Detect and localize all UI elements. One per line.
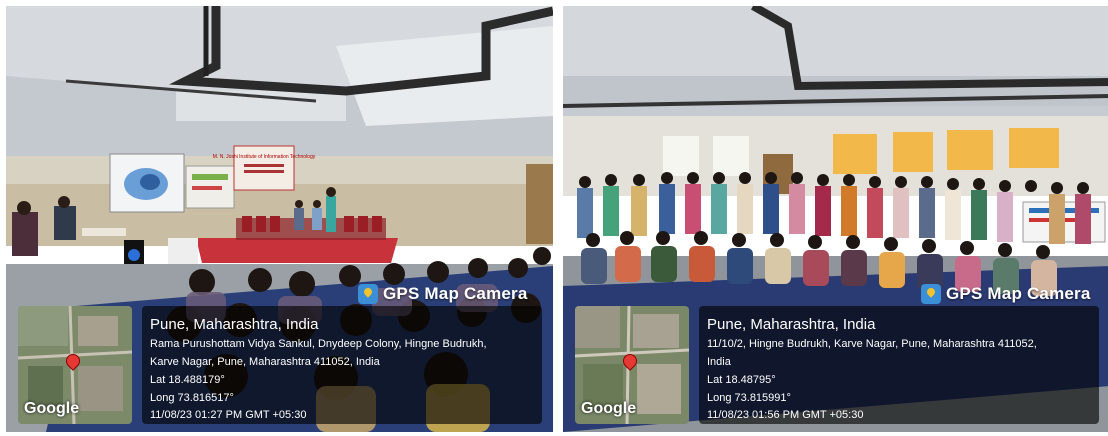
photo-group-picture: GPS Map Camera Google Pune, Maharashtra,… bbox=[563, 6, 1108, 432]
map-thumbnail: Google bbox=[575, 306, 689, 424]
location-title: Pune, Maharashtra, India bbox=[707, 316, 876, 333]
gps-badge-label: GPS Map Camera bbox=[383, 284, 528, 303]
google-logo: Google bbox=[24, 400, 80, 417]
latitude: Lat 18.488179° bbox=[150, 374, 225, 386]
location-title: Pune, Maharashtra, India bbox=[150, 316, 319, 333]
longitude: Long 73.815991° bbox=[707, 392, 791, 404]
timestamp: 11/08/23 01:27 PM GMT +05:30 bbox=[150, 409, 307, 421]
location-info-panel: Pune, Maharashtra, India 11/10/2, Hingne… bbox=[699, 306, 1099, 424]
gps-map-camera-icon bbox=[358, 284, 378, 304]
address-line-1: 11/10/2, Hingne Budrukh, Karve Nagar, Pu… bbox=[707, 338, 1037, 350]
location-info-panel: Pune, Maharashtra, India Rama Purushotta… bbox=[142, 306, 542, 424]
gps-map-camera-badge: GPS Map Camera bbox=[358, 282, 528, 306]
longitude: Long 73.816517° bbox=[150, 392, 234, 404]
google-logo: Google bbox=[581, 400, 637, 417]
gps-map-camera-badge: GPS Map Camera bbox=[921, 282, 1091, 306]
gps-badge-label: GPS Map Camera bbox=[946, 284, 1091, 303]
address-line-2: Karve Nagar, Pune, Maharashtra 411052, I… bbox=[150, 356, 380, 368]
address-line-1: Rama Purushottam Vidya Sankul, Dnydeep C… bbox=[150, 338, 487, 350]
map-thumbnail: Google bbox=[18, 306, 132, 424]
gps-map-camera-icon bbox=[921, 284, 941, 304]
timestamp: 11/08/23 01:56 PM GMT +05:30 bbox=[707, 409, 864, 421]
address-line-2: India bbox=[707, 356, 731, 368]
banner-text: M. N. Joshi Institute of Information Tec… bbox=[213, 154, 316, 160]
photo-session-hall: M. N. Joshi Institute of Information Tec… bbox=[6, 6, 553, 432]
latitude: Lat 18.48795° bbox=[707, 374, 776, 386]
